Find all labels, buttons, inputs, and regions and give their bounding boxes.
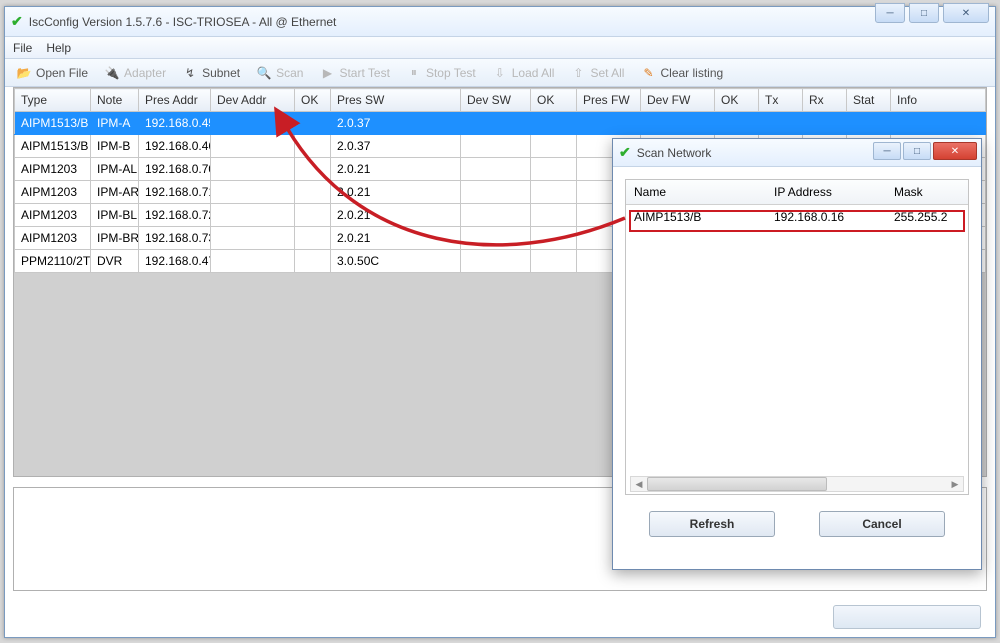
scan-results-list[interactable]: Name IP Address Mask AIMP1513/B 192.168.… xyxy=(625,179,969,495)
scan-icon: 🔍 xyxy=(256,65,272,81)
window-title: IscConfig Version 1.5.7.6 - ISC-TRIOSEA … xyxy=(29,15,337,29)
pause-icon: ⏸ xyxy=(406,65,422,81)
col-type[interactable]: Type xyxy=(15,89,91,112)
stop-test-button[interactable]: ⏸Stop Test xyxy=(399,62,483,84)
popup-col-mask[interactable]: Mask xyxy=(886,180,968,205)
col-rx[interactable]: Rx xyxy=(803,89,847,112)
subnet-button[interactable]: ↯Subnet xyxy=(175,62,247,84)
adapter-button[interactable]: 🔌Adapter xyxy=(97,62,173,84)
col-note[interactable]: Note xyxy=(91,89,139,112)
refresh-button[interactable]: Refresh xyxy=(649,511,775,537)
col-tx[interactable]: Tx xyxy=(759,89,803,112)
horizontal-scrollbar[interactable]: ◀ ▶ xyxy=(630,476,964,492)
clear-listing-button[interactable]: ✎Clear listing xyxy=(633,62,730,84)
adapter-icon: 🔌 xyxy=(104,65,120,81)
menu-bar: File Help xyxy=(5,37,995,59)
scan-result-row[interactable]: AIMP1513/B 192.168.0.16 255.255.2 xyxy=(626,205,968,230)
footer-button[interactable] xyxy=(833,605,981,629)
toolbar: 📂Open File 🔌Adapter ↯Subnet 🔍Scan ▶Start… xyxy=(5,59,995,87)
set-all-button[interactable]: ⇧Set All xyxy=(563,62,631,84)
scroll-right-icon[interactable]: ▶ xyxy=(947,477,963,491)
col-presfw[interactable]: Pres FW xyxy=(577,89,641,112)
scan-network-dialog: ✔ Scan Network ─ □ ✕ Name IP Address Mas… xyxy=(612,138,982,570)
popup-title-bar[interactable]: ✔ Scan Network ─ □ ✕ xyxy=(613,139,981,167)
col-info[interactable]: Info xyxy=(891,89,986,112)
popup-col-ip[interactable]: IP Address xyxy=(766,180,886,205)
folder-icon: 📂 xyxy=(16,65,32,81)
minimize-button[interactable]: ─ xyxy=(875,3,905,23)
col-devfw[interactable]: Dev FW xyxy=(641,89,715,112)
col-ok[interactable]: OK xyxy=(295,89,331,112)
close-button[interactable]: ✕ xyxy=(943,3,989,23)
menu-file[interactable]: File xyxy=(13,41,32,55)
col-ok3[interactable]: OK xyxy=(715,89,759,112)
popup-close-button[interactable]: ✕ xyxy=(933,142,977,160)
popup-title: Scan Network xyxy=(637,146,712,160)
scroll-left-icon[interactable]: ◀ xyxy=(631,477,647,491)
clear-icon: ✎ xyxy=(640,65,656,81)
col-pressw[interactable]: Pres SW xyxy=(331,89,461,112)
col-devsw[interactable]: Dev SW xyxy=(461,89,531,112)
scan-button[interactable]: 🔍Scan xyxy=(249,62,310,84)
set-icon: ⇧ xyxy=(570,65,586,81)
table-row[interactable]: AIPM1513/BIPM-A192.168.0.452.0.37 xyxy=(15,112,986,135)
maximize-button[interactable]: □ xyxy=(909,3,939,23)
subnet-icon: ↯ xyxy=(182,65,198,81)
title-bar[interactable]: ✔ IscConfig Version 1.5.7.6 - ISC-TRIOSE… xyxy=(5,7,995,37)
play-icon: ▶ xyxy=(319,65,335,81)
col-presaddr[interactable]: Pres Addr xyxy=(139,89,211,112)
col-devaddr[interactable]: Dev Addr xyxy=(211,89,295,112)
open-file-button[interactable]: 📂Open File xyxy=(9,62,95,84)
popup-maximize-button[interactable]: □ xyxy=(903,142,931,160)
load-all-button[interactable]: ⇩Load All xyxy=(485,62,562,84)
popup-minimize-button[interactable]: ─ xyxy=(873,142,901,160)
col-ok2[interactable]: OK xyxy=(531,89,577,112)
cancel-button[interactable]: Cancel xyxy=(819,511,945,537)
popup-col-name[interactable]: Name xyxy=(626,180,766,205)
check-icon: ✔ xyxy=(11,13,23,30)
menu-help[interactable]: Help xyxy=(46,41,71,55)
col-stat[interactable]: Stat xyxy=(847,89,891,112)
load-icon: ⇩ xyxy=(492,65,508,81)
check-icon: ✔ xyxy=(619,144,631,161)
start-test-button[interactable]: ▶Start Test xyxy=(312,62,396,84)
table-header-row[interactable]: Type Note Pres Addr Dev Addr OK Pres SW … xyxy=(15,89,986,112)
